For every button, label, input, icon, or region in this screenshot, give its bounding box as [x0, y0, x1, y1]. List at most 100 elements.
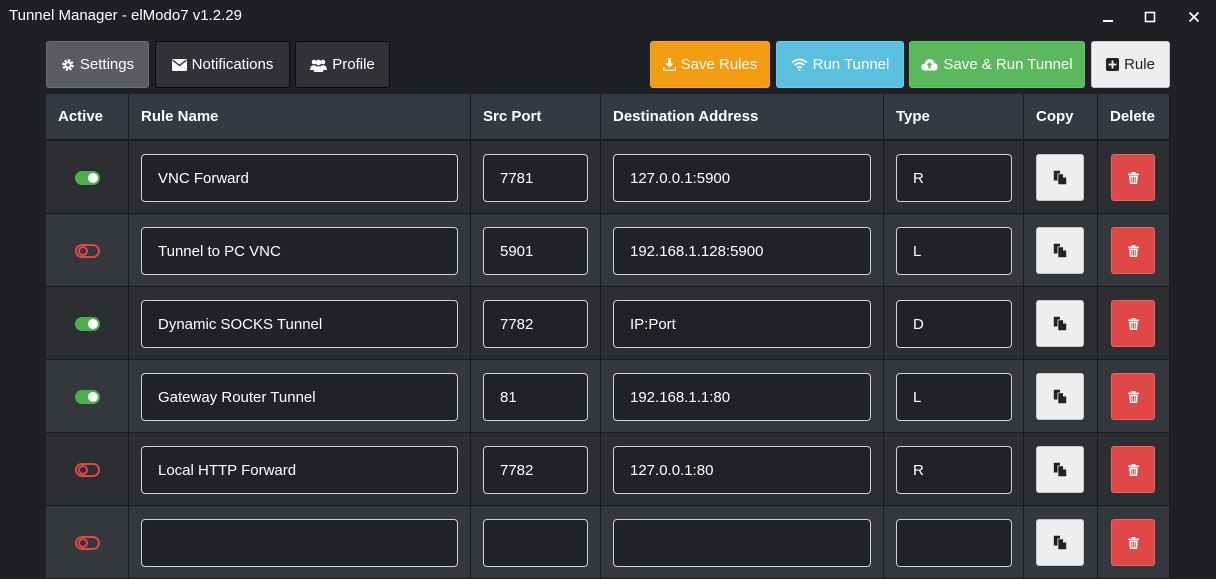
src-port-input[interactable]: 7782 [483, 446, 588, 494]
src-port-cell: 81 [471, 360, 601, 433]
notifications-button[interactable]: Notifications [155, 41, 290, 88]
header-type[interactable]: Type [884, 94, 1024, 141]
type-cell: R [884, 433, 1024, 506]
rule-name-cell: Dynamic SOCKS Tunnel [129, 287, 471, 360]
active-toggle[interactable] [75, 244, 100, 258]
copy-button[interactable] [1036, 300, 1084, 347]
destination-input[interactable]: 127.0.0.1:5900 [613, 154, 871, 202]
header-src-port[interactable]: Src Port [471, 94, 601, 141]
active-toggle[interactable] [75, 390, 100, 404]
users-icon [310, 59, 328, 72]
src-port-input[interactable]: 81 [483, 373, 588, 421]
notifications-label: Notifications [191, 56, 274, 73]
active-cell [46, 214, 129, 287]
delete-button[interactable] [1111, 446, 1155, 493]
table-row [46, 506, 1170, 579]
src-port-input[interactable]: 5901 [483, 227, 588, 275]
settings-button[interactable]: Settings [46, 41, 149, 88]
run-tunnel-button[interactable]: Run Tunnel [776, 41, 904, 88]
copy-button[interactable] [1036, 227, 1084, 274]
copy-icon [1053, 170, 1067, 185]
type-cell [884, 506, 1024, 579]
rule-name-input[interactable]: Dynamic SOCKS Tunnel [141, 300, 458, 348]
src-port-input[interactable]: 7781 [483, 154, 588, 202]
rule-name-cell: Local HTTP Forward [129, 433, 471, 506]
src-port-input[interactable] [483, 519, 588, 567]
rule-name-input[interactable]: Local HTTP Forward [141, 446, 458, 494]
delete-button[interactable] [1111, 227, 1155, 274]
save-run-tunnel-button[interactable]: Save & Run Tunnel [909, 41, 1085, 88]
trash-icon [1127, 244, 1139, 257]
rule-name-input[interactable]: Gateway Router Tunnel [141, 373, 458, 421]
destination-cell: 192.168.1.1:80 [601, 360, 884, 433]
active-toggle[interactable] [75, 317, 100, 331]
type-input[interactable] [896, 519, 1012, 567]
copy-cell [1024, 287, 1098, 360]
header-copy[interactable]: Copy [1024, 94, 1098, 141]
destination-cell [601, 506, 884, 579]
close-icon [1188, 11, 1200, 23]
active-toggle[interactable] [75, 536, 100, 550]
rule-name-input[interactable]: VNC Forward [141, 154, 458, 202]
delete-button[interactable] [1111, 154, 1155, 201]
rules-table: Active Rule Name Src Port Destination Ad… [46, 94, 1170, 579]
maximize-button[interactable] [1135, 5, 1165, 29]
save-rules-label: Save Rules [680, 56, 758, 73]
table-row: Gateway Router Tunnel 81 192.168.1.1:80 L [46, 360, 1170, 433]
profile-button[interactable]: Profile [295, 41, 390, 88]
destination-input[interactable]: 192.168.1.1:80 [613, 373, 871, 421]
maximize-icon [1144, 11, 1156, 23]
header-rule-name[interactable]: Rule Name [129, 94, 471, 141]
type-input[interactable]: D [896, 300, 1012, 348]
add-rule-button[interactable]: Rule [1091, 41, 1170, 88]
save-run-tunnel-label: Save & Run Tunnel [943, 56, 1073, 73]
destination-cell: 127.0.0.1:5900 [601, 141, 884, 214]
close-button[interactable] [1179, 5, 1209, 29]
destination-input[interactable]: 192.168.1.128:5900 [613, 227, 871, 275]
save-rules-button[interactable]: Save Rules [650, 41, 770, 88]
delete-cell [1098, 433, 1170, 506]
delete-button[interactable] [1111, 300, 1155, 347]
rule-name-input[interactable]: Tunnel to PC VNC [141, 227, 458, 275]
destination-input[interactable]: 127.0.0.1:80 [613, 446, 871, 494]
copy-button[interactable] [1036, 373, 1084, 420]
rule-name-cell: Gateway Router Tunnel [129, 360, 471, 433]
copy-button[interactable] [1036, 519, 1084, 566]
type-input[interactable]: R [896, 154, 1012, 202]
toggle-knob [78, 465, 88, 475]
type-cell: L [884, 360, 1024, 433]
destination-input[interactable]: IP:Port [613, 300, 871, 348]
minimize-icon [1103, 20, 1113, 22]
wifi-icon [791, 58, 808, 71]
type-cell: L [884, 214, 1024, 287]
header-destination[interactable]: Destination Address [601, 94, 884, 141]
src-port-input[interactable]: 7782 [483, 300, 588, 348]
active-cell [46, 360, 129, 433]
active-toggle[interactable] [75, 171, 100, 185]
destination-cell: 192.168.1.128:5900 [601, 214, 884, 287]
type-input[interactable]: L [896, 227, 1012, 275]
destination-input[interactable] [613, 519, 871, 567]
header-active[interactable]: Active [46, 94, 129, 141]
delete-button[interactable] [1111, 519, 1155, 566]
copy-button[interactable] [1036, 446, 1084, 493]
toggle-knob [78, 246, 88, 256]
type-input[interactable]: L [896, 373, 1012, 421]
copy-icon [1053, 316, 1067, 331]
rule-name-input[interactable] [141, 519, 458, 567]
rule-name-cell [129, 506, 471, 579]
type-cell: D [884, 287, 1024, 360]
header-delete[interactable]: Delete [1098, 94, 1170, 141]
delete-button[interactable] [1111, 373, 1155, 420]
minimize-button[interactable] [1093, 5, 1123, 29]
copy-cell [1024, 141, 1098, 214]
window-title: Tunnel Manager - elModo7 v1.2.29 [9, 7, 242, 24]
copy-button[interactable] [1036, 154, 1084, 201]
profile-label: Profile [332, 56, 375, 73]
active-cell [46, 433, 129, 506]
toggle-knob [88, 392, 98, 402]
run-tunnel-label: Run Tunnel [812, 56, 890, 73]
add-rule-label: Rule [1124, 56, 1155, 73]
type-input[interactable]: R [896, 446, 1012, 494]
active-toggle[interactable] [75, 463, 100, 477]
